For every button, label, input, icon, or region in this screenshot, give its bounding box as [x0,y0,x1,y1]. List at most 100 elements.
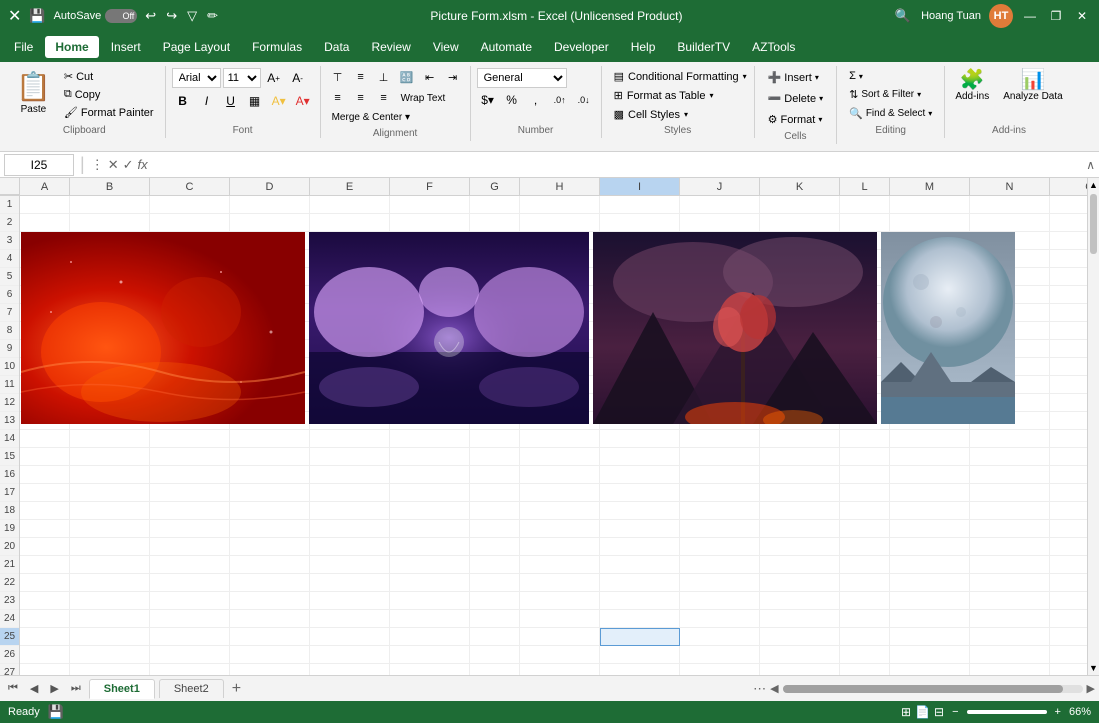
cell-G19[interactable] [470,520,520,538]
cell-J22[interactable] [680,574,760,592]
cell-I19[interactable] [600,520,680,538]
cell-G23[interactable] [470,592,520,610]
cell-C20[interactable] [150,538,230,556]
cell-A17[interactable] [20,484,70,502]
increase-decimal-button[interactable]: .0↑ [549,90,571,110]
col-header-A[interactable]: A [20,178,70,195]
cell-H26[interactable] [520,646,600,664]
cell-D21[interactable] [230,556,310,574]
cell-I18[interactable] [600,502,680,520]
cell-G21[interactable] [470,556,520,574]
formula-input[interactable] [152,158,1083,172]
cell-O17[interactable] [1050,484,1087,502]
cell-L25[interactable] [840,628,890,646]
cell-J15[interactable] [680,448,760,466]
cell-H27[interactable] [520,664,600,675]
cell-H22[interactable] [520,574,600,592]
cell-H2[interactable] [520,214,600,232]
cell-M23[interactable] [890,592,970,610]
cell-J18[interactable] [680,502,760,520]
cell-O20[interactable] [1050,538,1087,556]
cell-O10[interactable] [1050,358,1087,376]
cell-K16[interactable] [760,466,840,484]
fill-color-button[interactable]: A▾ [268,91,290,111]
cell-B15[interactable] [70,448,150,466]
cell-I20[interactable] [600,538,680,556]
cell-F27[interactable] [390,664,470,675]
row-num-12[interactable]: 12 [0,394,19,412]
zoom-out-button[interactable]: − [952,706,958,718]
cell-F17[interactable] [390,484,470,502]
cell-N22[interactable] [970,574,1050,592]
pen-icon[interactable]: ✏ [205,6,220,26]
row-num-21[interactable]: 21 [0,556,19,574]
cell-M14[interactable] [890,430,970,448]
middle-align-button[interactable]: ≡ [350,68,372,86]
cell-A18[interactable] [20,502,70,520]
cell-J19[interactable] [680,520,760,538]
currency-button[interactable]: $▾ [477,90,499,110]
cell-O25[interactable] [1050,628,1087,646]
cell-K24[interactable] [760,610,840,628]
cell-O8[interactable] [1050,322,1087,340]
cell-F19[interactable] [390,520,470,538]
autosave-toggle[interactable]: AutoSave [54,9,138,23]
cell-G14[interactable] [470,430,520,448]
cell-M21[interactable] [890,556,970,574]
col-header-L[interactable]: L [840,178,890,195]
cell-B16[interactable] [70,466,150,484]
cell-B22[interactable] [70,574,150,592]
cell-I21[interactable] [600,556,680,574]
cell-D1[interactable] [230,196,310,214]
cell-F24[interactable] [390,610,470,628]
cell-E15[interactable] [310,448,390,466]
cell-E20[interactable] [310,538,390,556]
row-num-22[interactable]: 22 [0,574,19,592]
conditional-formatting-button[interactable]: ▤ Conditional Formatting ▾ [608,68,753,85]
add-sheet-button[interactable]: + [228,680,245,698]
cell-K18[interactable] [760,502,840,520]
cell-G24[interactable] [470,610,520,628]
cell-J26[interactable] [680,646,760,664]
autosave-pill[interactable] [105,9,137,23]
cell-C22[interactable] [150,574,230,592]
row-num-18[interactable]: 18 [0,502,19,520]
sort-filter-button[interactable]: ⇅ Sort & Filter ▾ [843,86,927,103]
cell-A14[interactable] [20,430,70,448]
menu-home[interactable]: Home [45,36,98,58]
col-header-F[interactable]: F [390,178,470,195]
cell-O24[interactable] [1050,610,1087,628]
cell-L14[interactable] [840,430,890,448]
shrink-font-button[interactable]: A- [287,68,309,88]
cell-H23[interactable] [520,592,600,610]
cell-N21[interactable] [970,556,1050,574]
corner-cell[interactable] [0,178,20,195]
scroll-up-button[interactable]: ▲ [1088,178,1099,192]
menu-aztools[interactable]: AZTools [742,36,805,58]
cell-F1[interactable] [390,196,470,214]
row-num-17[interactable]: 17 [0,484,19,502]
cell-M27[interactable] [890,664,970,675]
cell-E23[interactable] [310,592,390,610]
cell-L24[interactable] [840,610,890,628]
cell-O1[interactable] [1050,196,1087,214]
cell-D17[interactable] [230,484,310,502]
add-ins-button[interactable]: 🧩 Add-ins [951,68,993,104]
cell-O18[interactable] [1050,502,1087,520]
row-num-8[interactable]: 8 [0,322,19,340]
cell-A21[interactable] [20,556,70,574]
cell-A22[interactable] [20,574,70,592]
normal-view-icon[interactable]: ⊞ [901,705,911,719]
cell-E14[interactable] [310,430,390,448]
cell-G17[interactable] [470,484,520,502]
cell-E19[interactable] [310,520,390,538]
cell-N2[interactable] [970,214,1050,232]
cell-H16[interactable] [520,466,600,484]
menu-help[interactable]: Help [621,36,666,58]
cell-O27[interactable] [1050,664,1087,675]
row-num-5[interactable]: 5 [0,268,19,286]
cell-K21[interactable] [760,556,840,574]
image-3[interactable] [593,232,877,424]
cell-D24[interactable] [230,610,310,628]
cell-I16[interactable] [600,466,680,484]
